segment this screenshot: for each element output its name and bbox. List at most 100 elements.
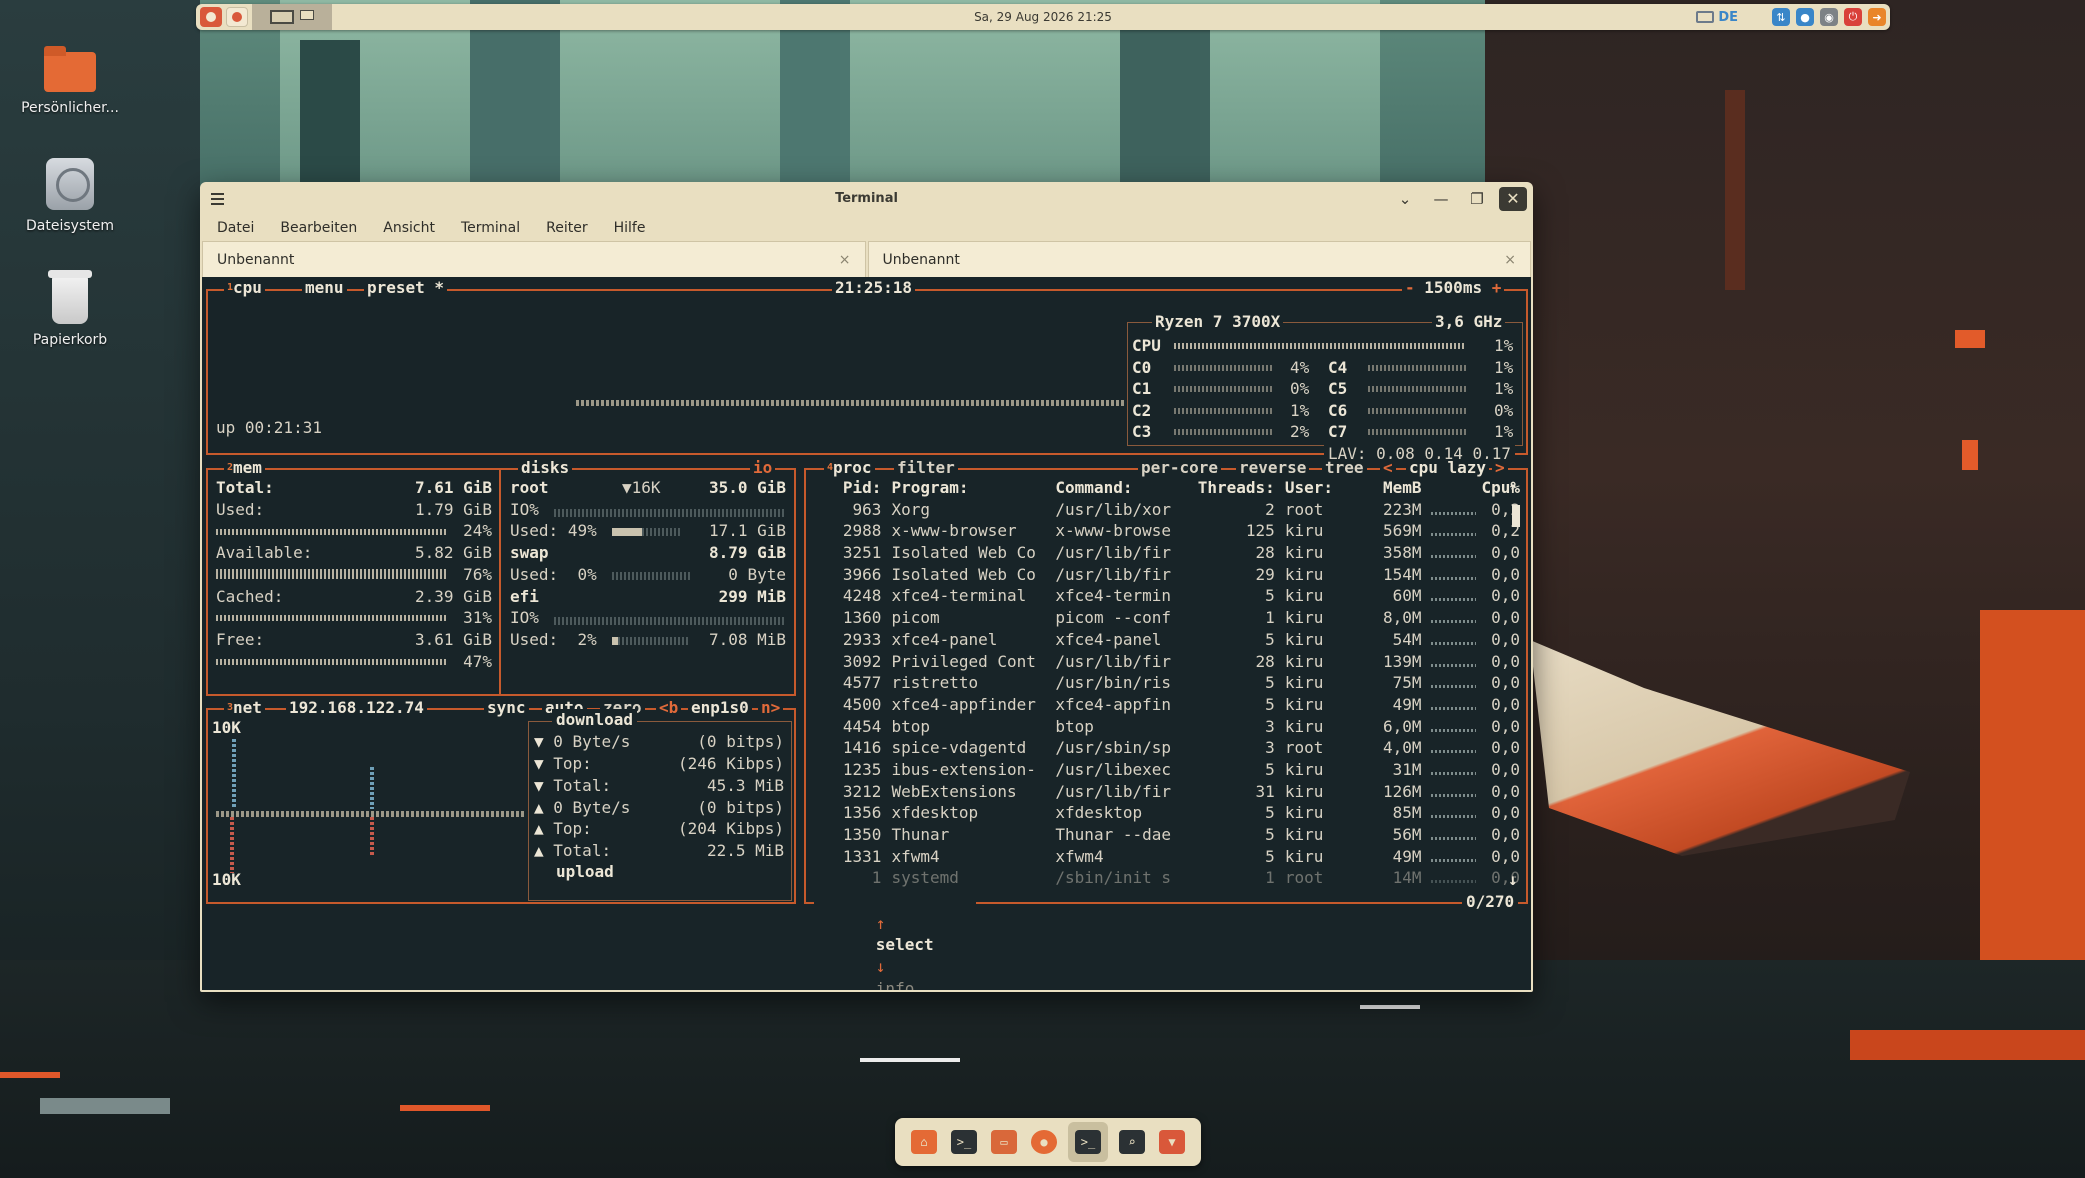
menu-reiter[interactable]: Reiter (546, 220, 600, 236)
desktop-icon-home[interactable]: Persönlicher... (0, 46, 140, 116)
process-threads: 3 (1265, 716, 1275, 736)
process-row[interactable]: 4577 ristretto/usr/bin/ris 5 kiru 75M 0,0 (816, 672, 1520, 694)
proc-filter-button[interactable]: filter (894, 459, 958, 477)
process-row[interactable]: 3212 WebExtensions/usr/lib/fir 31 kiru 126M 0… (816, 781, 1520, 803)
process-row[interactable]: 2988 x-www-browser x-www-browse 125 kiru 569M… (816, 520, 1520, 542)
window-titlebar[interactable]: Terminal ⌄ — ❐ ✕ (200, 182, 1533, 215)
menu-hilfe[interactable]: Hilfe (614, 220, 659, 236)
process-row[interactable]: 4454 btop btop 3 kiru 6,0M 0,0 (816, 716, 1520, 738)
process-row[interactable]: 1331 xfwm4 xfwm4 5 kiru 49M 0,0 (816, 846, 1520, 868)
process-row[interactable]: 2933 xfce4-panel xfce4-panel 5 kiru 54M 0,0 (816, 629, 1520, 651)
menu-datei[interactable]: Datei (217, 220, 267, 236)
window-menu-icon[interactable] (200, 182, 234, 215)
scroll-up-icon[interactable]: ↑ (1508, 477, 1518, 499)
process-row[interactable]: 3251 Isolated Web Co/usr/lib/fir 28 kiru 358… (816, 542, 1520, 564)
audio-icon[interactable]: ◉ (1820, 8, 1838, 26)
net-box-title[interactable]: 3net (224, 699, 265, 717)
process-cpu: 0,0 (1491, 673, 1520, 693)
process-row[interactable]: 1235 ibus-extension- /usr/libexec 5 kiru 31M 0… (816, 759, 1520, 781)
dock-home[interactable]: ⌂ (908, 1126, 940, 1158)
process-row[interactable]: 1 systemd/sbin/init s 1 root 14M 0,0 (816, 867, 1520, 889)
process-row[interactable]: 1356 xfdesktop xfdesktop 5 kiru 85M 0,0 (816, 802, 1520, 824)
cpu-box-title[interactable]: 1cpu (224, 279, 265, 297)
terminal-content[interactable]: 1cpu menu preset * 21:25:18 - 1500ms + u… (202, 277, 1531, 990)
select-down-icon[interactable]: ↓ (876, 957, 886, 976)
net-next-iface[interactable]: n> (758, 699, 784, 717)
proc-sort-prev[interactable]: < (1380, 459, 1396, 477)
proc-reverse-toggle[interactable]: reverse (1236, 459, 1310, 477)
scroll-down-icon[interactable]: ↓ (1508, 869, 1518, 891)
proc-sort-next[interactable]: > (1492, 459, 1508, 477)
user-icon[interactable]: ● (1796, 8, 1814, 26)
dock-desktop[interactable]: ▼ (1156, 1126, 1188, 1158)
col-command[interactable]: Command: (1045, 477, 1196, 499)
desktop-icon-filesystem[interactable]: Dateisystem (0, 158, 140, 234)
dock-files[interactable]: ▭ (988, 1126, 1020, 1158)
tab-close-icon[interactable]: × (839, 252, 851, 268)
workspace-1-icon[interactable] (270, 10, 294, 24)
process-cpu-sparkline (1421, 867, 1479, 889)
core-meter (1368, 365, 1466, 371)
proc-scrollbar[interactable] (1512, 505, 1520, 527)
process-pid: 1416 (842, 738, 882, 758)
maximize-button[interactable]: ❐ (1463, 187, 1491, 211)
col-mem[interactable]: MemB (1346, 477, 1422, 499)
select-label[interactable]: select (876, 935, 934, 954)
shade-button[interactable]: ⌄ (1391, 187, 1419, 211)
process-row[interactable]: 1416 spice-vdagentd/usr/sbin/sp 3 root 4,0M 0… (816, 737, 1520, 759)
dock-browser[interactable]: ● (1028, 1126, 1060, 1158)
process-row[interactable]: 963 Xorg/usr/lib/xor 2 root 223M 0,2 (816, 499, 1520, 521)
keyboard-layout-indicator[interactable]: DE (1696, 10, 1738, 25)
menu-bearbeiten[interactable]: Bearbeiten (280, 220, 370, 236)
launcher-icon (232, 12, 242, 22)
cpu-menu-button[interactable]: menu (302, 279, 347, 297)
workspace-switcher[interactable] (252, 4, 332, 30)
process-row[interactable]: 1350 Thunar Thunar --dae 5 kiru 56M 0,0 (816, 824, 1520, 846)
proc-tree-toggle[interactable]: tree (1322, 459, 1367, 477)
tab-close-icon[interactable]: × (1504, 252, 1516, 268)
close-button[interactable]: ✕ (1499, 186, 1527, 211)
process-row[interactable]: 1360 picom picom --conf 1 kiru 8,0M 0,0 (816, 607, 1520, 629)
power-icon[interactable]: ⏻ (1844, 8, 1862, 26)
menu-ansicht[interactable]: Ansicht (383, 220, 448, 236)
rate-increase-button[interactable]: + (1492, 278, 1502, 297)
process-row[interactable]: 4500 xfce4-appfinder xfce4-appfin 5 kiru 49M 0… (816, 694, 1520, 716)
app-menu-button[interactable] (200, 7, 222, 27)
network-icon[interactable]: ⇅ (1772, 8, 1790, 26)
info-button[interactable]: info (876, 979, 915, 990)
workspace-2-icon[interactable] (300, 10, 314, 20)
select-up-icon[interactable]: ↑ (876, 914, 886, 933)
process-program: spice-vdagentd (891, 738, 1027, 758)
dock-search[interactable]: ⌕ (1116, 1126, 1148, 1158)
proc-sort-mode[interactable]: cpu lazy (1406, 459, 1490, 477)
disks-title[interactable]: disks (518, 459, 573, 477)
rate-decrease-button[interactable]: - (1405, 278, 1415, 297)
net-sync-toggle[interactable]: sync (484, 699, 529, 717)
process-row[interactable]: 3966 Isolated Web Co/usr/lib/fir 29 kiru 154… (816, 564, 1520, 586)
process-row[interactable]: 3092 Privileged Cont/usr/lib/fir 28 kiru 139… (816, 651, 1520, 673)
process-row[interactable]: 4248 xfce4-terminal xfce4-termin 5 kiru 60M 0,… (816, 585, 1520, 607)
dock-terminal-active[interactable]: >_ (1068, 1122, 1108, 1162)
net-prev-iface[interactable]: <b (656, 699, 682, 717)
cpu-preset-button[interactable]: preset * (364, 279, 448, 297)
launcher-button[interactable] (226, 7, 248, 27)
proc-box-title[interactable]: 4proc (824, 459, 875, 477)
panel-clock[interactable]: Sa, 29 Aug 2026 21:25 (196, 10, 1890, 24)
tab-2[interactable]: Unbenannt × (867, 241, 1531, 277)
col-threads[interactable]: Threads: (1196, 477, 1275, 499)
desktop-icon-trash[interactable]: Papierkorb (0, 270, 140, 348)
disks-io-toggle[interactable]: io (750, 459, 776, 477)
minimize-button[interactable]: — (1427, 187, 1455, 211)
proc-per-core-toggle[interactable]: per-core (1138, 459, 1222, 477)
process-pid: 3212 (842, 781, 882, 801)
trash-icon (48, 270, 92, 324)
tab-1[interactable]: Unbenannt × (202, 241, 866, 277)
menu-terminal[interactable]: Terminal (461, 220, 533, 236)
cpu-update-rate[interactable]: - 1500ms + (1402, 278, 1505, 297)
col-program[interactable]: Program: (881, 477, 1045, 499)
logout-icon[interactable]: ➜ (1868, 8, 1886, 26)
dock-terminal[interactable]: >_ (948, 1126, 980, 1158)
col-pid[interactable]: Pid: (816, 477, 882, 499)
mem-box-title[interactable]: 2mem (224, 459, 265, 477)
col-user[interactable]: User: (1275, 477, 1347, 499)
